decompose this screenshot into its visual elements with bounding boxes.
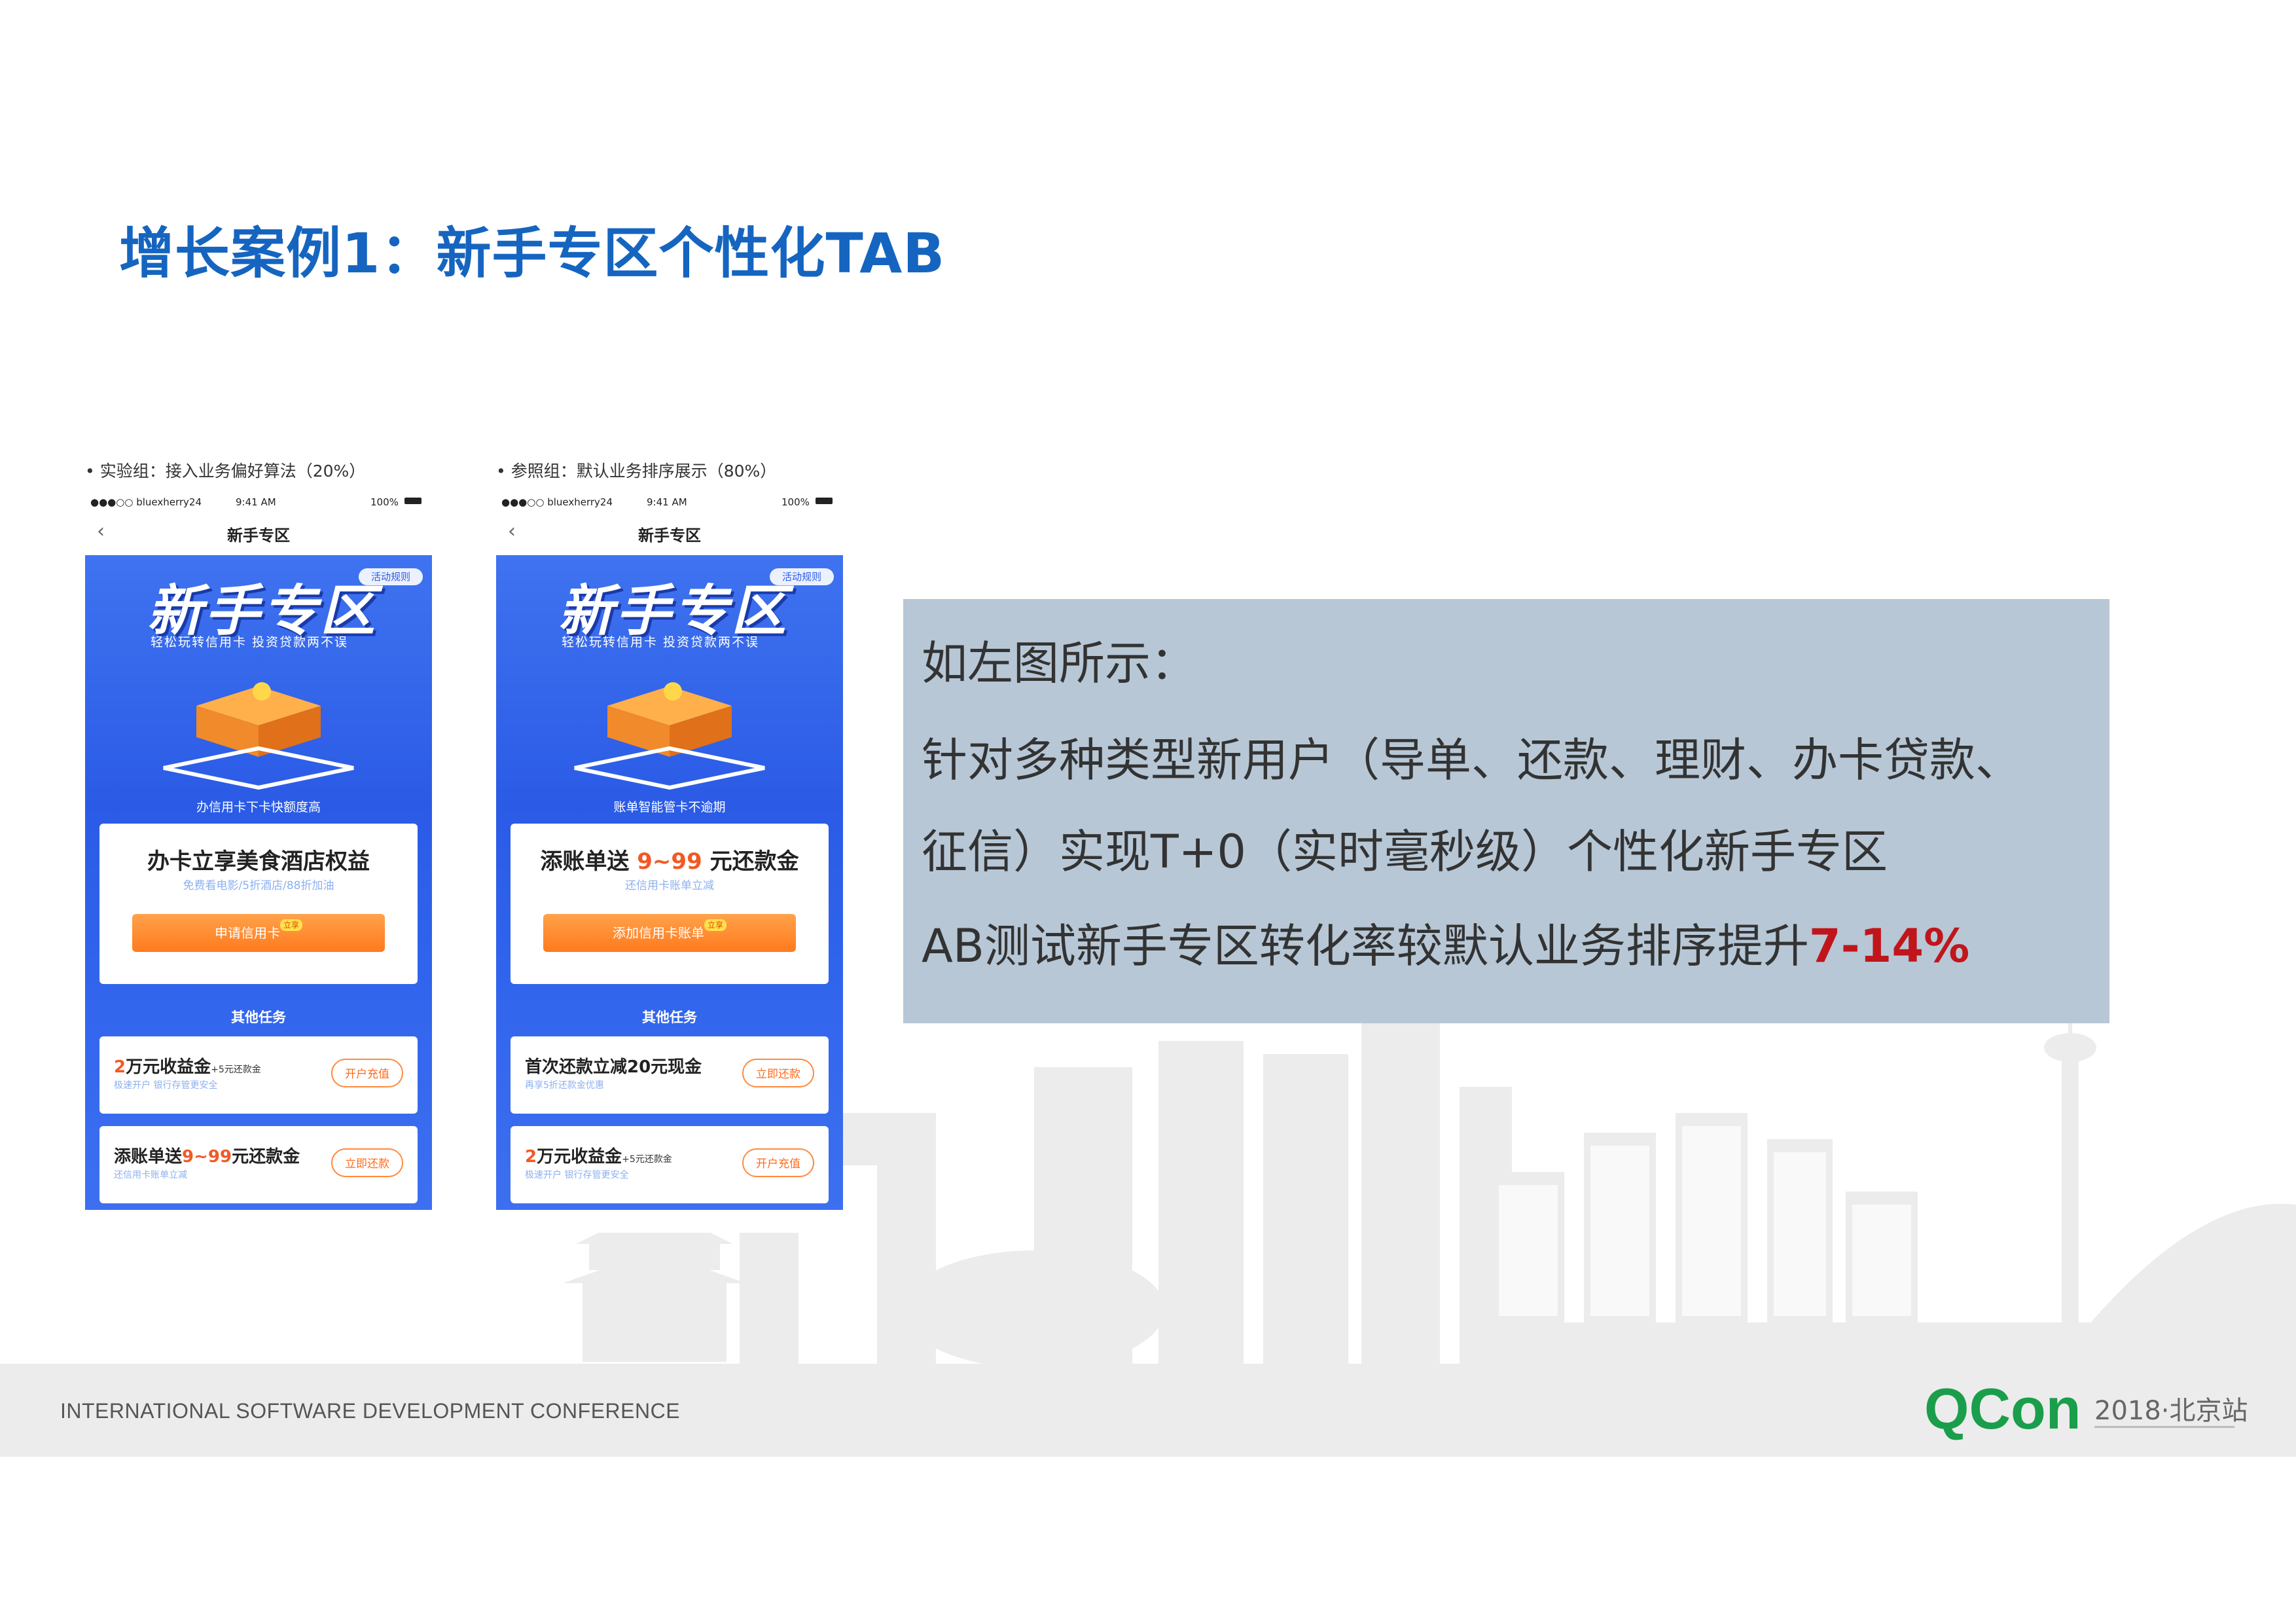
status-bar: ●●●○○ bluexherry24 9:41 AM 100% [496,494,843,511]
battery-label: 100% [781,496,810,508]
task-card: 首次还款立减20元现金 再享5折还款金优惠 立即还款 [511,1036,829,1114]
summary-line-intro: 如左图所示： [922,636,1196,690]
main-offer-subtitle: 还信用卡账单立减 [625,879,714,892]
nav-title: 新手专区 [227,526,290,545]
task-title: 2万元收益金+5元还款金 [114,1057,261,1077]
summary-line-ab-result: AB测试新手专区转化率较默认业务排序提升7-14% [922,919,1970,973]
task-action-button[interactable]: 开户充值 [331,1059,403,1087]
task-subtitle: 还信用卡账单立减 [114,1170,187,1180]
task-card: 2万元收益金+5元还款金 极速开户 银行存管更安全 开户充值 [99,1036,418,1114]
summary-text-box: 如左图所示： 针对多种类型新用户（导单、还款、理财、办卡贷款、 征信）实现T+0… [903,599,2109,1023]
slide-title: 增长案例1：新手专区个性化TAB [119,221,946,285]
control-group-caption: • 参照组：默认业务排序展示（80%） [496,462,777,481]
phone-mockup-experiment: ●●●○○ bluexherry24 9:41 AM 100% ‹ 新手专区 新… [85,490,432,1233]
edition-underline [2094,1426,2234,1428]
main-offer-card: 办卡立享美食酒店权益 免费看电影/5折酒店/88折加油 申请信用卡 立享 [99,824,418,984]
phone-mockup-control: ●●●○○ bluexherry24 9:41 AM 100% ‹ 新手专区 新… [496,490,843,1233]
main-offer-subtitle: 免费看电影/5折酒店/88折加油 [183,879,334,892]
activity-rules-button[interactable]: 活动规则 [770,568,834,585]
qcon-logo-text: QCon [1924,1376,2081,1441]
other-tasks-heading: 其他任务 [642,1010,697,1025]
task-action-button[interactable]: 开户充值 [742,1148,814,1177]
conference-name: INTERNATIONAL SOFTWARE DEVELOPMENT CONFE… [60,1399,681,1423]
conference-edition: 2018·北京站 [2094,1396,2248,1426]
battery-icon [404,498,422,504]
summary-line-user-types: 针对多种类型新用户（导单、还款、理财、办卡贷款、 [922,733,2021,787]
hero-tagline: 办信用卡下卡快额度高 [196,800,321,814]
nav-bar: ‹ 新手专区 [85,519,432,547]
glow-platform-illustration [163,746,354,790]
task-card: 2万元收益金+5元还款金 极速开户 银行存管更安全 开户充值 [511,1126,829,1203]
task-title: 首次还款立减20元现金 [525,1057,702,1077]
nav-title: 新手专区 [638,526,701,545]
task-title: 2万元收益金+5元还款金 [525,1147,672,1167]
nav-bar: ‹ 新手专区 [496,519,843,547]
glow-platform-illustration [574,746,765,790]
activity-rules-button[interactable]: 活动规则 [359,568,423,585]
time-label: 9:41 AM [647,496,687,508]
task-subtitle: 再享5折还款金优惠 [525,1080,604,1091]
status-bar: ●●●○○ bluexherry24 9:41 AM 100% [85,494,432,511]
task-action-button[interactable]: 立即还款 [331,1148,403,1177]
newbie-zone-screen: 新手专区 活动规则 轻松玩转信用卡 投资贷款两不误 办信用卡下卡快额度高 办卡立… [85,555,432,1210]
experiment-group-caption: • 实验组：接入业务偏好算法（20%） [85,462,366,481]
main-offer-card: 添账单送 9~99 元还款金 还信用卡账单立减 添加信用卡账单 立享 [511,824,829,984]
hero-tagline: 账单智能管卡不逾期 [613,800,726,814]
battery-icon [816,498,833,504]
carrier-label: ●●●○○ bluexherry24 [501,496,613,508]
hero-subtitle: 轻松玩转信用卡 投资贷款两不误 [562,635,760,649]
battery-label: 100% [370,496,399,508]
main-offer-title: 办卡立享美食酒店权益 [147,848,370,875]
carrier-label: ●●●○○ bluexherry24 [90,496,202,508]
newbie-zone-screen: 新手专区 活动规则 轻松玩转信用卡 投资贷款两不误 账单智能管卡不逾期 添账单送… [496,555,843,1210]
hero-subtitle: 轻松玩转信用卡 投资贷款两不误 [151,635,349,649]
task-subtitle: 极速开户 银行存管更安全 [114,1080,218,1091]
other-tasks-heading: 其他任务 [231,1010,286,1025]
task-subtitle: 极速开户 银行存管更安全 [525,1170,629,1180]
add-credit-card-bill-button[interactable]: 添加信用卡账单 立享 [543,914,796,952]
conversion-lift-highlight: 7-14% [1808,919,1970,973]
task-card: 添账单送9~99元还款金 还信用卡账单立减 立即还款 [99,1126,418,1203]
summary-line-realtime: 征信）实现T+0（实时毫秒级）个性化新手专区 [922,825,1888,879]
task-action-button[interactable]: 立即还款 [742,1059,814,1087]
apply-credit-card-button[interactable]: 申请信用卡 立享 [132,914,385,952]
main-offer-title: 添账单送 9~99 元还款金 [540,848,799,875]
time-label: 9:41 AM [236,496,276,508]
task-title: 添账单送9~99元还款金 [114,1147,300,1167]
